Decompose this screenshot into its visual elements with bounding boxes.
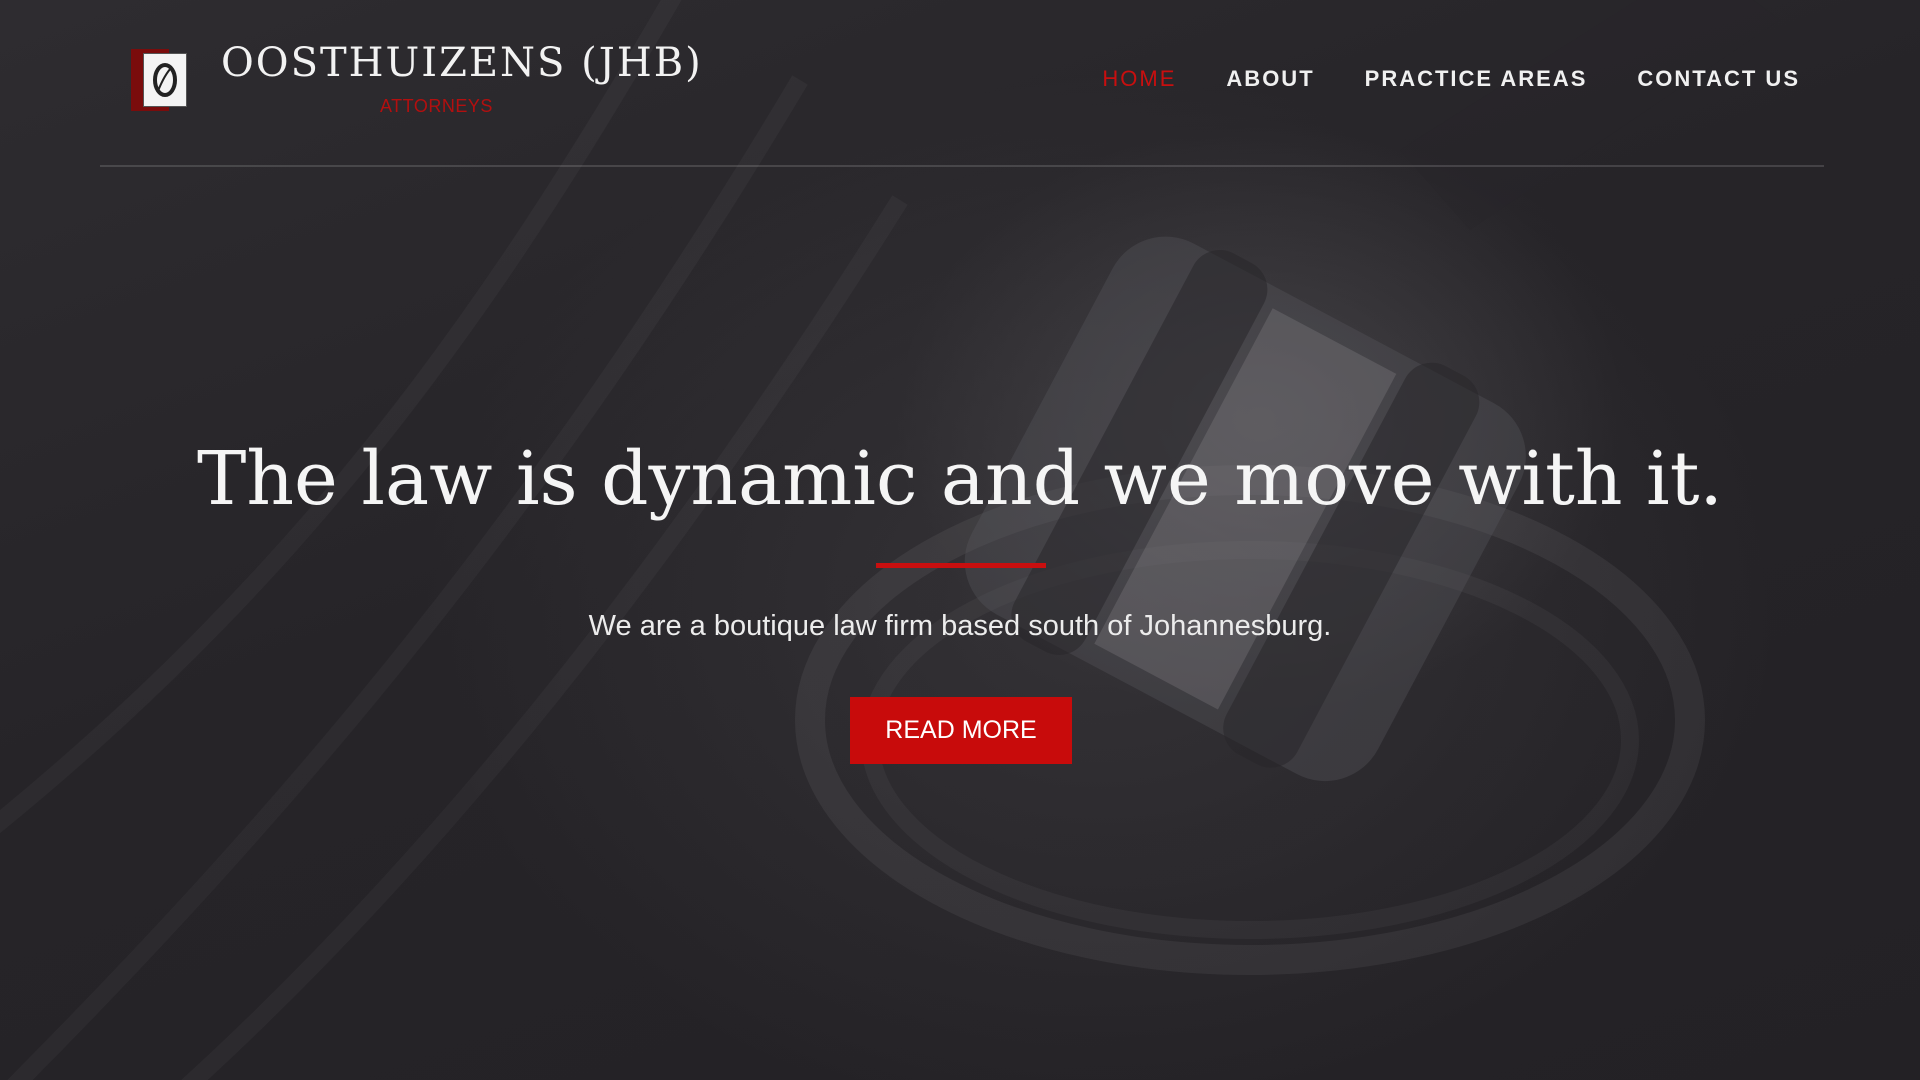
hero-subtitle: We are a boutique law firm based south o…	[588, 610, 1332, 642]
nav-home[interactable]: HOME	[1102, 66, 1176, 92]
nav-contact-us[interactable]: CONTACT US	[1637, 66, 1800, 92]
read-more-button[interactable]: READ MORE	[850, 697, 1072, 764]
main-nav: HOME ABOUT PRACTICE AREAS CONTACT US	[1102, 66, 1800, 92]
header-divider	[100, 165, 1824, 167]
brand-name[interactable]: OOSTHUIZENS (JHB)	[221, 40, 703, 86]
quill-icon	[143, 53, 187, 107]
brand-subtitle: ATTORNEYS	[380, 96, 493, 116]
site-header: OOSTHUIZENS (JHB) ATTORNEYS HOME ABOUT P…	[0, 0, 1920, 167]
nav-practice-areas[interactable]: PRACTICE AREAS	[1365, 66, 1588, 92]
hero-title-underline	[876, 563, 1046, 568]
logo[interactable]	[131, 49, 187, 111]
nav-about[interactable]: ABOUT	[1226, 66, 1314, 92]
hero-title: The law is dynamic and we move with it.	[197, 436, 1723, 522]
